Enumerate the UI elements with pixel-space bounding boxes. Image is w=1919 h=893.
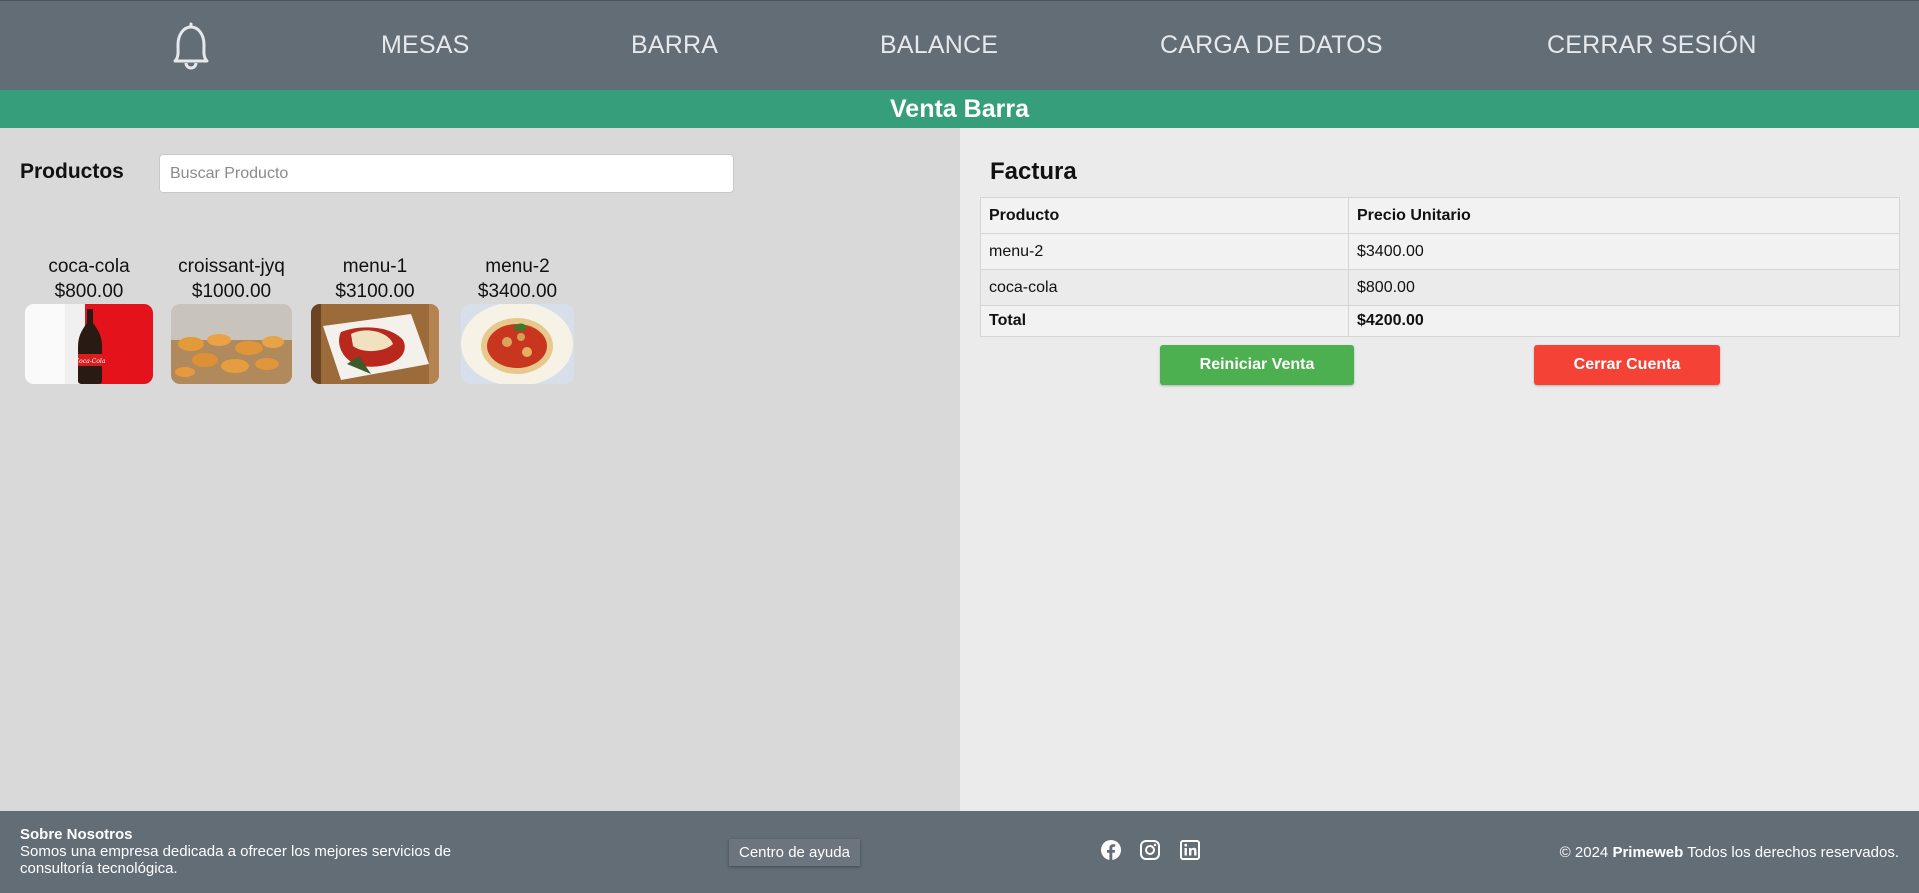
facebook-icon[interactable] [1100, 839, 1122, 861]
product-image [171, 304, 292, 384]
footer: Sobre Nosotros Somos una empresa dedicad… [0, 811, 1919, 893]
product-card-menu-2[interactable]: menu-2 $3400.00 [461, 254, 574, 384]
column-header-producto: Producto [980, 197, 1349, 234]
svg-text:Coca-Cola: Coca-Cola [75, 358, 106, 365]
total-row: Total $4200.00 [980, 305, 1900, 337]
bell-icon[interactable] [166, 21, 216, 73]
table-row: coca-cola $800.00 [980, 269, 1900, 306]
product-image [461, 304, 574, 384]
product-card-menu-1[interactable]: menu-1 $3100.00 [311, 254, 439, 384]
product-price: $3100.00 [335, 281, 415, 302]
about-section: Sobre Nosotros Somos una empresa dedicad… [20, 826, 480, 877]
total-label: Total [980, 305, 1349, 337]
nav-mesas[interactable]: MESAS [381, 31, 470, 60]
linkedin-icon[interactable] [1179, 839, 1201, 861]
product-price: $3400.00 [477, 281, 558, 302]
products-panel: Productos coca-cola $800.00 Coca-Cola cr… [0, 128, 960, 811]
search-input[interactable] [159, 154, 734, 193]
total-value: $4200.00 [1348, 305, 1900, 337]
instagram-icon[interactable] [1139, 839, 1161, 861]
column-header-precio-unitario: Precio Unitario [1348, 197, 1900, 234]
reset-sale-button[interactable]: Reiniciar Venta [1160, 345, 1354, 385]
invoice-heading: Factura [990, 158, 1077, 185]
product-name: coca-cola [48, 256, 130, 277]
product-card-croissant-jyq[interactable]: croissant-jyq $1000.00 [171, 254, 292, 384]
product-name: menu-1 [342, 256, 408, 277]
top-navbar: MESAS BARRA BALANCE CARGA DE DATOS CERRA… [0, 0, 1919, 90]
product-image [311, 304, 439, 384]
product-card-coca-cola[interactable]: coca-cola $800.00 Coca-Cola [25, 254, 153, 384]
cell-product: menu-2 [980, 233, 1349, 270]
copyright: © 2024 Primeweb Todos los derechos reser… [1560, 844, 1899, 861]
invoice-panel: Factura Producto Precio Unitario menu-2 … [960, 128, 1919, 811]
copyright-prefix: © 2024 [1559, 844, 1609, 861]
copyright-suffix: Todos los derechos reservados. [1687, 844, 1899, 861]
nav-cerrar-sesion[interactable]: CERRAR SESIÓN [1547, 31, 1757, 60]
table-row: menu-2 $3400.00 [980, 233, 1900, 270]
cell-price: $3400.00 [1348, 233, 1900, 270]
cell-price: $800.00 [1348, 269, 1900, 306]
about-text: Somos una empresa dedicada a ofrecer los… [20, 843, 452, 877]
cell-product: coca-cola [980, 269, 1349, 306]
product-price: $800.00 [54, 281, 124, 302]
products-heading: Productos [20, 160, 124, 183]
invoice-table: Producto Precio Unitario menu-2 $3400.00… [980, 197, 1900, 337]
product-name: croissant-jyq [178, 256, 285, 277]
about-title: Sobre Nosotros [20, 826, 133, 843]
nav-barra[interactable]: BARRA [631, 31, 718, 60]
nav-balance[interactable]: BALANCE [880, 31, 998, 60]
page-title: Venta Barra [0, 90, 1919, 128]
close-account-button[interactable]: Cerrar Cuenta [1534, 345, 1720, 385]
product-price: $1000.00 [191, 281, 272, 302]
nav-carga-de-datos[interactable]: CARGA DE DATOS [1160, 31, 1383, 60]
table-header-row: Producto Precio Unitario [980, 197, 1900, 234]
product-image: Coca-Cola [25, 304, 153, 384]
product-name: menu-2 [485, 256, 550, 277]
help-center-button[interactable]: Centro de ayuda [729, 839, 860, 866]
copyright-brand: Primeweb [1612, 844, 1684, 861]
